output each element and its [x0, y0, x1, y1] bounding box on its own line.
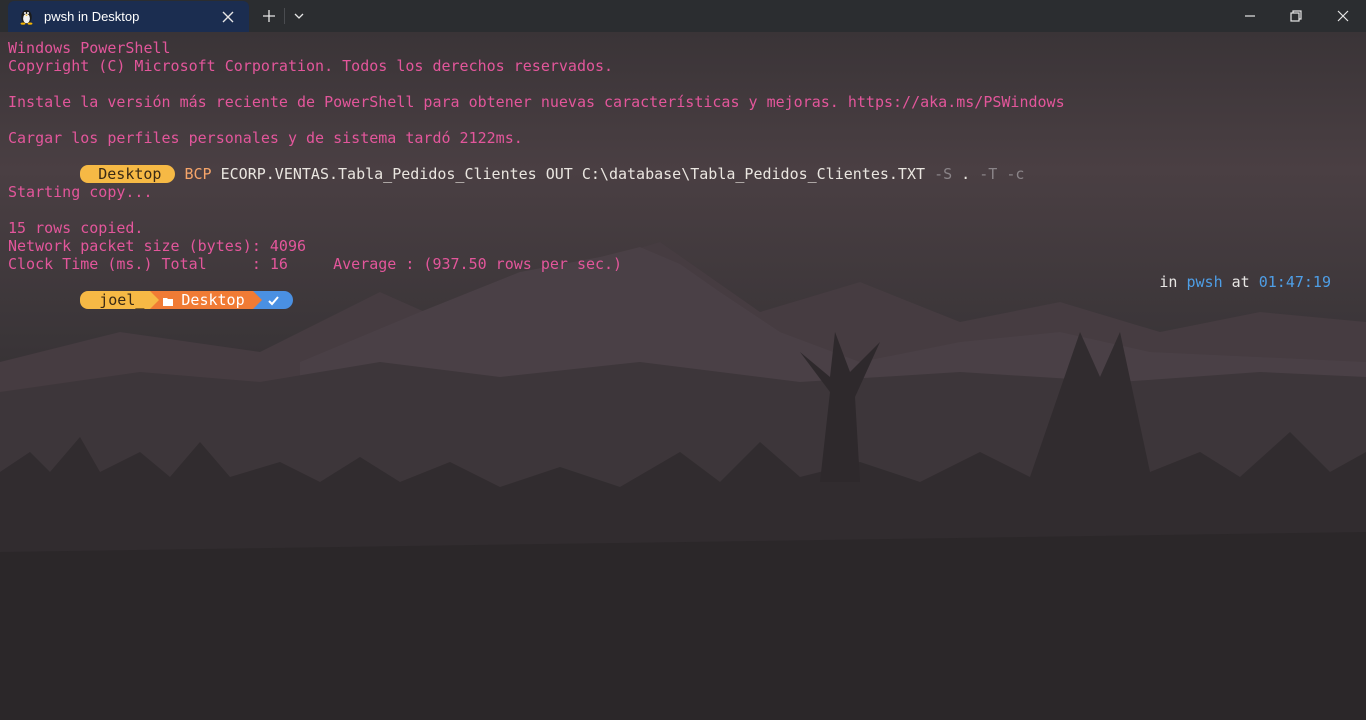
prompt-segment-status — [261, 291, 283, 309]
terminal-window: pwsh in Desktop Windows PowerShell Copyr… — [0, 0, 1366, 720]
output-line: Cargar los perfiles personales y de sist… — [8, 129, 523, 147]
divider — [284, 8, 285, 24]
tab-title: pwsh in Desktop — [44, 9, 140, 24]
prompt-segment-folder: Desktop — [159, 291, 253, 309]
shell-name: pwsh — [1186, 273, 1223, 291]
minimize-icon[interactable] — [1241, 7, 1259, 25]
prompt-cap — [80, 291, 89, 309]
prompt-folder-label: Desktop — [181, 291, 245, 309]
prompt-segment-user: joel_ — [88, 291, 151, 309]
output-line: Starting copy... — [8, 183, 153, 201]
linux-penguin-icon — [20, 10, 33, 25]
restore-icon[interactable] — [1287, 7, 1305, 25]
prompt-line[interactable]: joel_ Desktop in pwsh at 01:47:19 — [8, 273, 1358, 309]
tab-pwsh[interactable]: pwsh in Desktop — [8, 1, 249, 32]
output-line: Instale la versión más reciente de Power… — [8, 93, 1065, 111]
folder-icon — [163, 298, 174, 306]
prompt-time: 01:47:19 — [1258, 273, 1331, 291]
output-line: 15 rows copied. — [8, 219, 144, 237]
terminal-pane[interactable]: Windows PowerShell Copyright (C) Microso… — [0, 32, 1366, 720]
window-close-icon[interactable] — [1334, 7, 1352, 25]
output-line: Copyright (C) Microsoft Corporation. Tod… — [8, 57, 614, 75]
close-icon[interactable] — [219, 8, 237, 26]
terminal-output: Windows PowerShell Copyright (C) Microso… — [8, 39, 1358, 309]
output-line: Windows PowerShell — [8, 39, 171, 57]
right-prompt: in pwsh at 01:47:19 — [1159, 273, 1331, 291]
output-line: Clock Time (ms.) Total : 16 Average : (9… — [8, 255, 623, 273]
plus-icon[interactable] — [260, 7, 278, 25]
title-bar[interactable]: pwsh in Desktop — [0, 0, 1366, 32]
command-line: Desktop BCP ECORP.VENTAS.Tabla_Pedidos_C… — [8, 147, 1358, 183]
checkmark-icon — [267, 296, 279, 306]
chevron-down-icon[interactable] — [290, 7, 308, 25]
output-line: Network packet size (bytes): 4096 — [8, 237, 307, 255]
